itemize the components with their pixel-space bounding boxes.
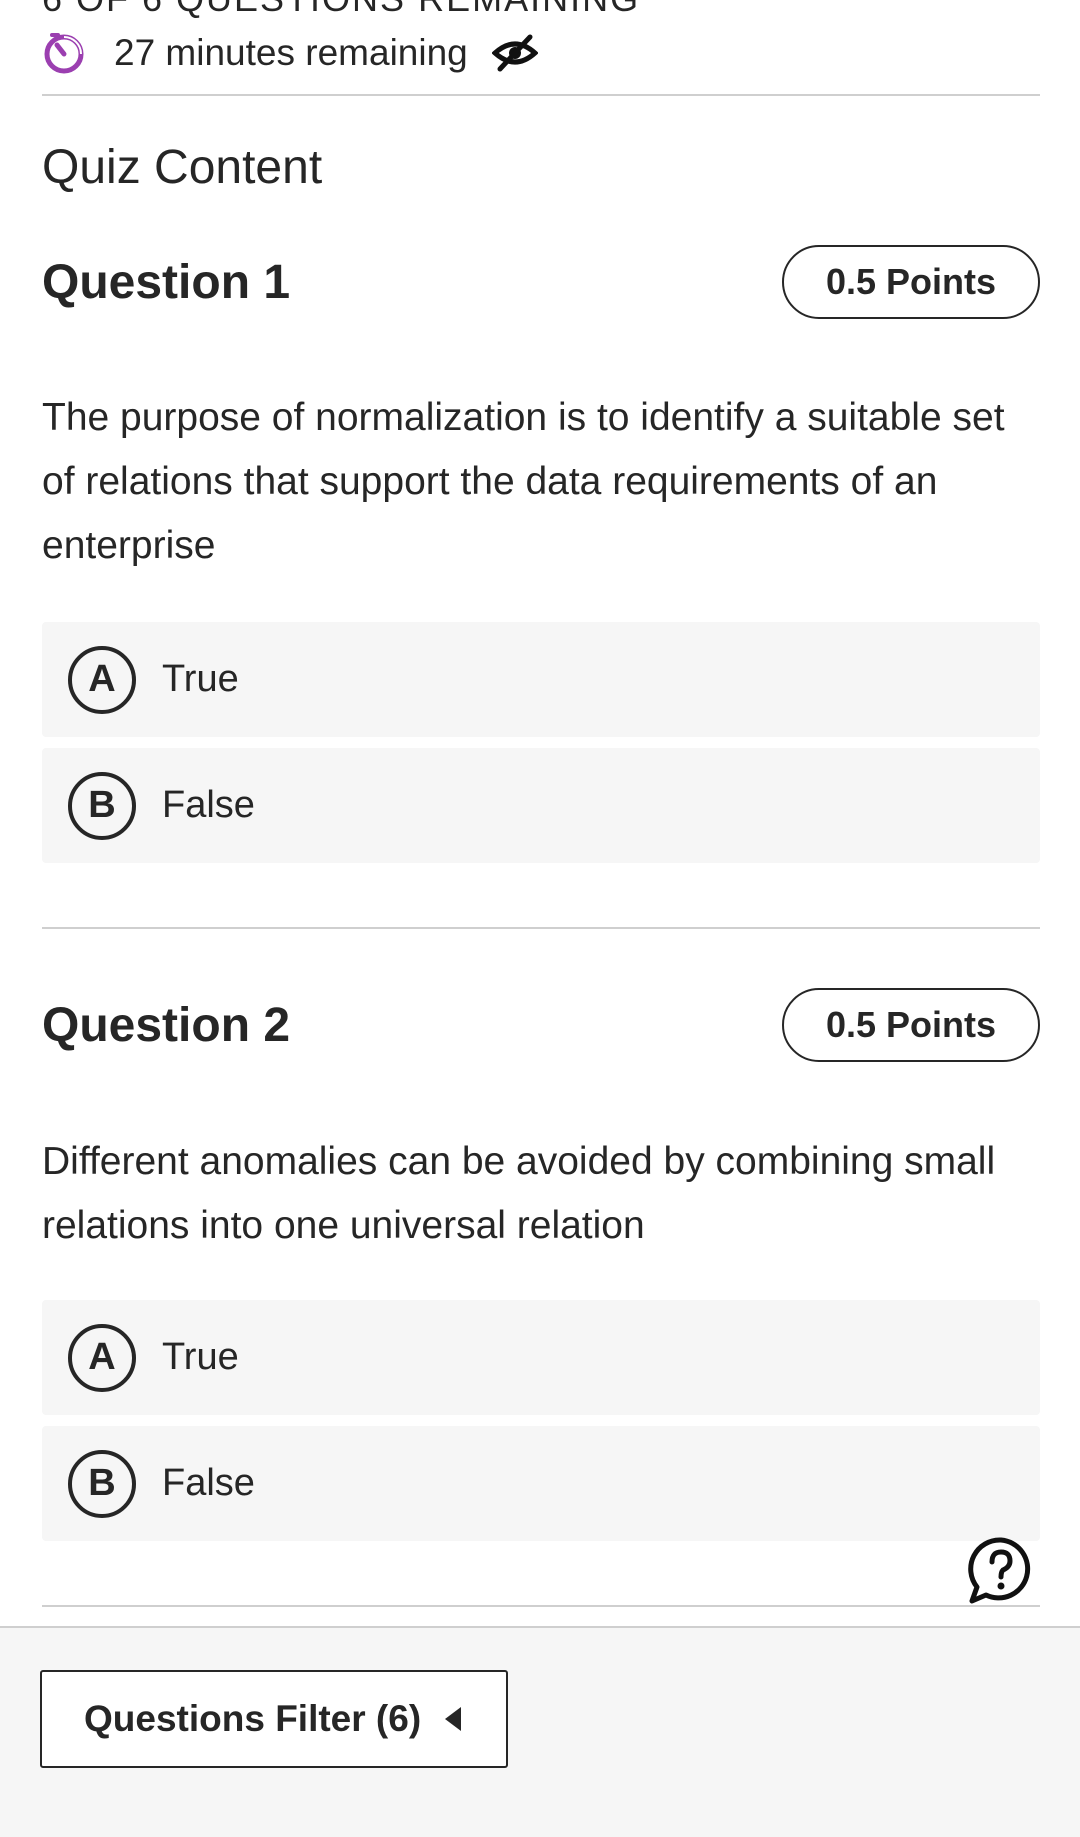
eye-slash-icon[interactable]	[491, 33, 538, 73]
points-badge: 0.5 Points	[782, 245, 1040, 319]
time-remaining-text: 27 minutes remaining	[114, 32, 468, 73]
question-title: Question 1	[42, 255, 291, 309]
option-letter: A	[68, 645, 136, 714]
questions-filter-button[interactable]: Questions Filter (6)	[40, 1670, 508, 1768]
option-label: False	[162, 1462, 255, 1504]
question-header: Question 2 0.5 Points	[42, 985, 1040, 1065]
question-bubble-icon[interactable]	[966, 1535, 1036, 1605]
divider	[42, 927, 1040, 929]
footer-bar: Questions Filter (6)	[0, 1626, 1080, 1837]
filter-label: Questions Filter (6)	[84, 1698, 422, 1739]
timer-row: 27 minutes remaining	[42, 28, 538, 78]
question-header: Question 1 0.5 Points	[42, 242, 1040, 322]
points-badge: 0.5 Points	[782, 988, 1040, 1062]
option-label: True	[162, 658, 239, 700]
answer-option-a[interactable]: A True	[42, 622, 1040, 737]
question-title: Question 2	[42, 998, 291, 1052]
divider	[42, 1605, 1040, 1607]
caret-left-icon	[445, 1707, 462, 1731]
question-text: The purpose of normalization is to ident…	[42, 396, 1005, 567]
divider	[42, 94, 1040, 96]
section-title: Quiz Content	[42, 141, 323, 194]
option-label: False	[162, 784, 255, 826]
question-text: Different anomalies can be avoided by co…	[42, 1140, 996, 1247]
option-letter: A	[68, 1323, 136, 1392]
option-letter: B	[68, 1449, 136, 1518]
answer-option-b[interactable]: B False	[42, 1426, 1040, 1541]
answer-option-b[interactable]: B False	[42, 748, 1040, 863]
questions-remaining-label: 6 OF 6 QUESTIONS REMAINING	[42, 0, 640, 20]
answer-option-a[interactable]: A True	[42, 1300, 1040, 1415]
option-label: True	[162, 1336, 239, 1378]
clock-icon	[44, 33, 84, 74]
option-letter: B	[68, 771, 136, 840]
